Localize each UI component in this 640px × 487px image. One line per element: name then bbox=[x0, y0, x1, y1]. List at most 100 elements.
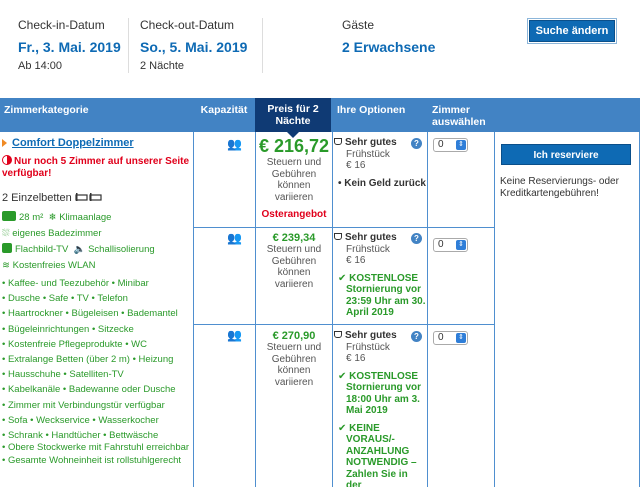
breakfast-sub: Frühstück bbox=[346, 341, 390, 353]
change-search-button[interactable]: Suche ändern bbox=[529, 20, 615, 42]
bed-info: 2 Einzelbetten bbox=[2, 192, 192, 204]
room-name-link[interactable]: Comfort Doppelzimmer bbox=[12, 137, 134, 149]
no-prepayment: ✔ KEINE VORAUS/-ANZAHLUNG NOTWENDIG – Za… bbox=[334, 423, 426, 487]
speaker-icon: 🔈 bbox=[73, 244, 86, 255]
checkin-time: Ab 14:00 bbox=[18, 60, 63, 72]
offer-options: Sehr gutes Frühstück € 16 ✔ KOSTENLOSE S… bbox=[334, 232, 426, 319]
amenity-line: • Extralange Betten (über 2 m) • Heizung bbox=[2, 354, 174, 366]
divider bbox=[128, 18, 129, 73]
feature-tv: Flachbild-TV bbox=[15, 244, 69, 255]
condition-text: KOSTENLOSE Stornierung vor 23:59 Uhr am … bbox=[346, 272, 426, 319]
offer-price: € 216,72 bbox=[258, 136, 330, 156]
row-divider bbox=[193, 324, 495, 325]
shower-icon: ⛆ bbox=[2, 228, 10, 239]
nights-count: 2 Nächte bbox=[140, 60, 185, 72]
divider bbox=[262, 18, 263, 73]
breakfast-title: Sehr gutes bbox=[345, 232, 397, 243]
condition-text: Kein Geld zurück bbox=[344, 177, 426, 189]
amenity-line: • Hausschuhe • Satelliten-TV bbox=[2, 369, 124, 381]
amenity-line: • Dusche • Safe • TV • Telefon bbox=[2, 293, 128, 305]
feature-wifi: Kostenfreies WLAN bbox=[12, 260, 96, 271]
info-icon[interactable]: ? bbox=[411, 331, 422, 342]
room-quantity-select[interactable]: 0 ⇕ bbox=[433, 238, 468, 252]
feature-soundproof: Schallisolierung bbox=[88, 244, 155, 255]
price-note: Steuern und Gebühren können variieren bbox=[266, 342, 322, 388]
room-name-row: Comfort Doppelzimmer bbox=[2, 137, 192, 149]
feature-ac: Klimaanlage bbox=[59, 212, 112, 223]
chevron-down-icon: ⇕ bbox=[456, 240, 466, 250]
breakfast-title: Sehr gutes bbox=[345, 330, 397, 341]
select-value: 0 bbox=[438, 139, 444, 150]
amenity-line: • Gesamte Wohneinheit ist rollstuhlgerec… bbox=[2, 455, 181, 467]
checkout-label: Check-out-Datum bbox=[140, 18, 235, 32]
condition-text: KEINE VORAUS/-ANZAHLUNG NOTWENDIG – Zahl… bbox=[346, 422, 417, 487]
capacity-icon: 👥 bbox=[227, 328, 242, 342]
col-room-category: Zimmerkategorie bbox=[4, 104, 89, 116]
chevron-down-icon: ⇕ bbox=[456, 333, 466, 343]
wifi-icon: ≋ bbox=[2, 260, 10, 271]
guests-value[interactable]: 2 Erwachsene bbox=[342, 39, 435, 55]
checkout-date[interactable]: So., 5. Mai. 2019 bbox=[140, 39, 247, 55]
coffee-icon bbox=[334, 138, 342, 145]
chevron-down-icon: ⇕ bbox=[456, 140, 466, 150]
info-icon[interactable]: ? bbox=[411, 233, 422, 244]
col-divider bbox=[494, 132, 495, 487]
amenity-line: • Kabelkanäle • Badewanne oder Dusche bbox=[2, 384, 176, 396]
offer-options: Sehr gutes Frühstück € 16 ✔ KOSTENLOSE S… bbox=[334, 330, 426, 487]
breakfast-sub: Frühstück bbox=[346, 148, 390, 160]
arrow-icon bbox=[2, 139, 7, 147]
price-note: Steuern und Gebühren können variieren bbox=[266, 157, 322, 203]
reserve-button[interactable]: Ich reserviere bbox=[501, 144, 631, 165]
col-price: Preis für 2 Nächte bbox=[255, 98, 331, 138]
scarcity-notice: Nur noch 5 Zimmer auf unserer Seite verf… bbox=[2, 155, 192, 180]
feature-row: ≋ Kostenfreies WLAN bbox=[2, 258, 192, 274]
select-value: 0 bbox=[438, 239, 444, 250]
amenity-line: • Schrank • Handtücher • Bettwäsche bbox=[2, 430, 159, 442]
deal-tag: Osterangebot bbox=[261, 209, 327, 220]
amenity-line: • Sofa • Weckservice • Wasserkocher bbox=[2, 414, 159, 426]
col-divider bbox=[255, 132, 256, 487]
checkout-block: Check-out-Datum So., 5. Mai. 2019 2 Näch… bbox=[140, 18, 247, 72]
room-quantity-select[interactable]: 0 ⇕ bbox=[433, 331, 468, 345]
amenity-line: • Obere Stockwerke mit Fahrstuhl erreich… bbox=[2, 442, 190, 454]
checkin-block: Check-in-Datum Fr., 3. Mai. 2019 Ab 14:0… bbox=[18, 18, 121, 72]
tv-icon bbox=[2, 243, 12, 253]
room-quantity-select[interactable]: 0 ⇕ bbox=[433, 138, 468, 152]
guests-block: Gäste 2 Erwachsene bbox=[342, 18, 435, 60]
bed-text: 2 Einzelbetten bbox=[2, 192, 72, 204]
amenity-line: • Haartrockner • Bügeleisen • Bademantel bbox=[2, 308, 178, 320]
free-cancellation: ✔ KOSTENLOSE Stornierung vor 18:00 Uhr a… bbox=[338, 370, 422, 417]
col-capacity: Kapazität bbox=[200, 104, 248, 116]
checkin-label: Check-in-Datum bbox=[18, 18, 105, 32]
coffee-icon bbox=[334, 233, 342, 240]
checkin-date[interactable]: Fr., 3. Mai. 2019 bbox=[18, 39, 121, 55]
col-divider bbox=[193, 132, 194, 487]
breakfast-title: Sehr gutes bbox=[345, 137, 397, 148]
breakfast-price: € 16 bbox=[346, 255, 366, 266]
room-info: Comfort Doppelzimmer Nur noch 5 Zimmer a… bbox=[2, 137, 192, 468]
capacity-icon: 👥 bbox=[227, 137, 242, 151]
room-size: 28 m² bbox=[19, 212, 44, 223]
col-divider bbox=[427, 132, 428, 487]
amenities-list: • Kaffee- und Teezubehör • Minibar • Dus… bbox=[2, 276, 192, 468]
breakfast-price: € 16 bbox=[346, 160, 366, 171]
room-size-icon bbox=[2, 211, 16, 221]
amenity-line: • Bügeleinrichtungen • Sitzecke bbox=[2, 323, 134, 335]
breakfast-price: € 16 bbox=[346, 353, 366, 364]
amenity-line: • Kaffee- und Teezubehör • Minibar bbox=[2, 278, 149, 289]
condition-text: KOSTENLOSE Stornierung vor 18:00 Uhr am … bbox=[346, 370, 422, 417]
info-icon[interactable]: ? bbox=[411, 138, 422, 149]
guests-label: Gäste bbox=[342, 18, 375, 32]
reserve-note: Keine Reservierungs- oder Kreditkartenge… bbox=[500, 176, 619, 199]
clock-icon bbox=[2, 155, 12, 165]
offer-price: € 239,34 bbox=[272, 232, 316, 244]
price-note: Steuern und Gebühren können variieren bbox=[266, 244, 322, 290]
bed-icon bbox=[75, 193, 102, 201]
refund-condition: • Kein Geld zurück bbox=[338, 177, 426, 189]
scarcity-text: Nur noch 5 Zimmer auf unserer Seite verf… bbox=[2, 156, 190, 179]
select-value: 0 bbox=[438, 332, 444, 343]
row-divider bbox=[193, 227, 495, 228]
col-select-rooms: Zimmer auswählen bbox=[432, 104, 486, 128]
col-options: Ihre Optionen bbox=[337, 104, 406, 116]
search-summary: Check-in-Datum Fr., 3. Mai. 2019 Ab 14:0… bbox=[0, 0, 640, 90]
